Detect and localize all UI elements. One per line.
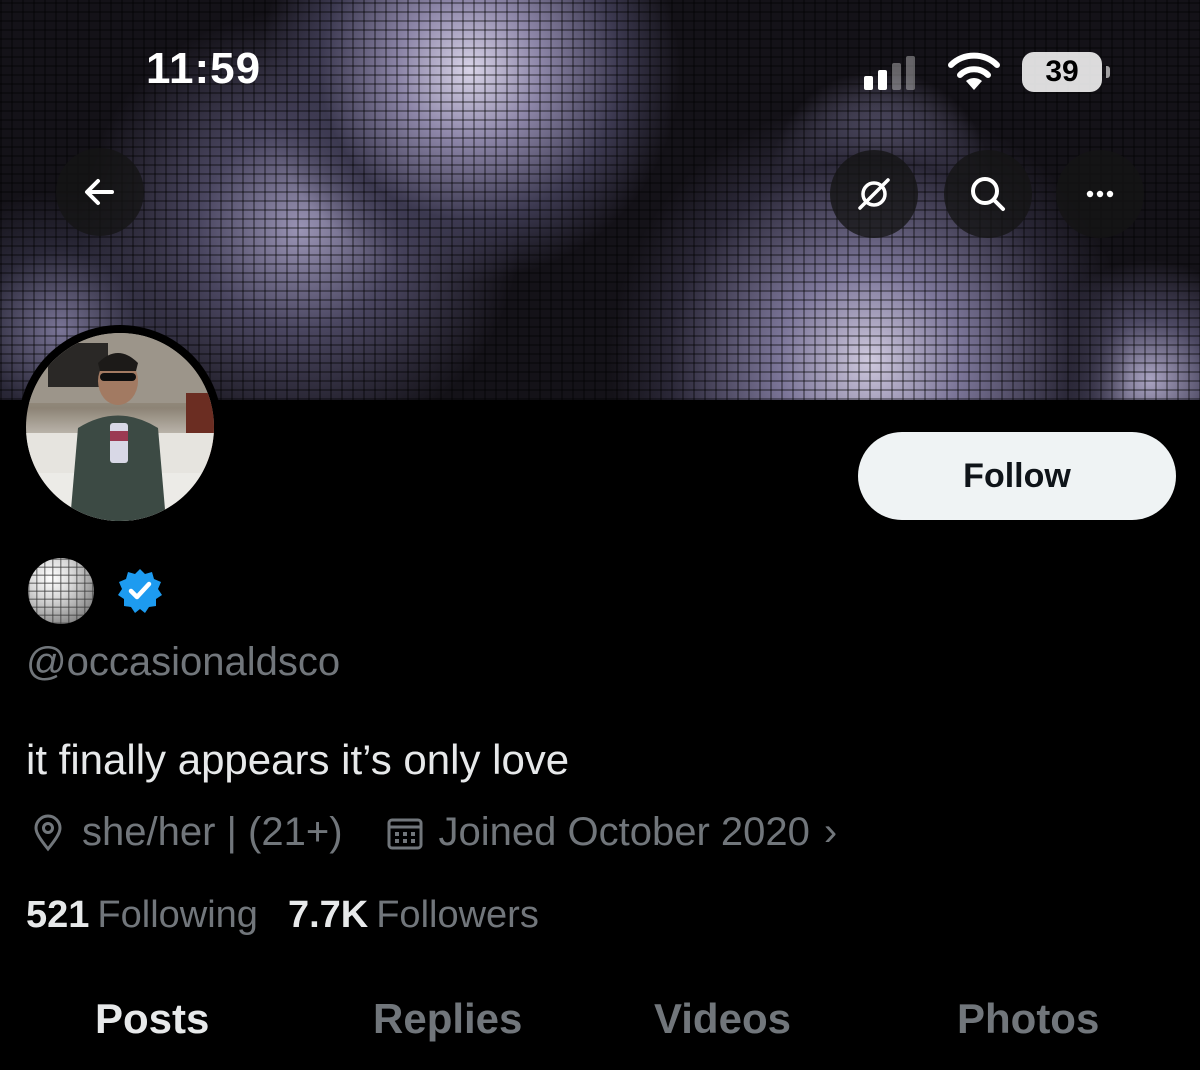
profile-bio: it finally appears it’s only love (26, 736, 570, 783)
location-pin-icon (34, 814, 62, 851)
joined-date-text: Joined October 2020 (438, 810, 810, 854)
chevron-right-icon: › (823, 810, 838, 854)
tab-videos[interactable]: Videos (654, 995, 791, 1043)
more-icon (1086, 190, 1114, 198)
followers-label: Followers (376, 894, 539, 936)
follow-stats: 521 Following 7.7K Followers (26, 894, 539, 937)
search-icon (971, 177, 1005, 211)
following-count: 521 (26, 894, 90, 936)
profile-handle: @occasionaldsco (26, 640, 341, 684)
disco-ball-emoji-icon (28, 558, 94, 624)
cellular-signal-icon (864, 56, 915, 90)
search-button[interactable] (944, 150, 1032, 238)
profile-meta: she/her | (21+) Joined October 2020 › (28, 810, 837, 855)
avatar[interactable] (18, 325, 222, 529)
arrow-left-icon (85, 179, 114, 205)
followers-stat[interactable]: 7.7K Followers (288, 894, 539, 937)
wifi-icon (948, 52, 1000, 90)
display-name (28, 558, 164, 624)
more-options-button[interactable] (1056, 150, 1144, 238)
grok-button[interactable] (830, 150, 918, 238)
back-button[interactable] (56, 148, 144, 236)
verified-badge-icon[interactable] (116, 567, 164, 615)
following-label: Following (97, 894, 258, 936)
follow-button[interactable]: Follow (858, 432, 1176, 520)
tab-photos[interactable]: Photos (957, 995, 1099, 1043)
battery-indicator: 39 (1022, 52, 1110, 92)
tab-posts[interactable]: Posts (95, 995, 209, 1043)
followers-count: 7.7K (287, 894, 369, 936)
location-item: she/her | (21+) (28, 810, 343, 855)
location-text: she/her | (21+) (82, 810, 343, 854)
avatar-photo (26, 333, 214, 521)
grok-icon (858, 178, 890, 210)
following-stat[interactable]: 521 Following (26, 894, 258, 937)
joined-date-item[interactable]: Joined October 2020 › (385, 810, 838, 855)
calendar-icon (387, 818, 423, 849)
status-time: 11:59 (146, 44, 262, 93)
tab-replies[interactable]: Replies (373, 995, 522, 1043)
